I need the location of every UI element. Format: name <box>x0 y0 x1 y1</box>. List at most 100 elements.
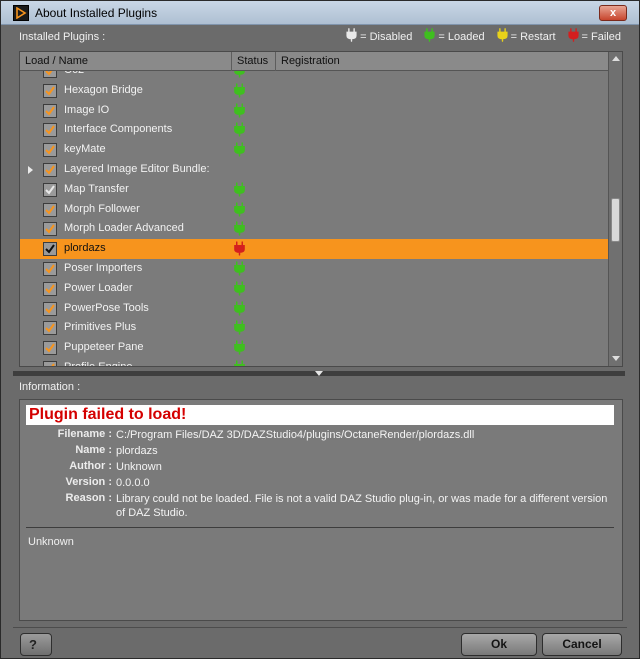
about-installed-plugins-dialog: About Installed Plugins x Installed Plug… <box>0 0 640 659</box>
load-checkbox[interactable] <box>43 301 57 316</box>
ok-button[interactable]: Ok <box>461 633 537 656</box>
plugin-row[interactable]: plordazs <box>20 239 608 260</box>
info-value: C:/Program Files/DAZ 3D/DAZStudio4/plugi… <box>116 429 475 441</box>
plug-loaded-icon <box>234 320 245 338</box>
load-checkbox[interactable] <box>43 103 57 118</box>
legend-item: = Failed <box>567 28 621 45</box>
information-label: Information : <box>19 381 81 393</box>
plugin-row[interactable]: Puppeteer Pane <box>20 338 608 358</box>
legend-item: = Loaded <box>424 28 485 45</box>
plugin-name: Layered Image Editor Bundle: <box>64 163 210 175</box>
info-key: Filename : <box>57 428 112 440</box>
legend-label: = Failed <box>581 30 621 43</box>
plugin-row[interactable]: Layered Image Editor Bundle: <box>20 160 608 180</box>
checkmark-icon <box>45 71 53 76</box>
plug-loaded-icon <box>234 340 245 358</box>
load-checkbox[interactable] <box>43 242 57 257</box>
checkmark-icon <box>45 165 55 175</box>
plugin-row[interactable]: PowerPose Tools <box>20 299 608 319</box>
plug-loaded-icon <box>234 71 245 81</box>
footer-divider <box>13 627 627 628</box>
checkmark-icon <box>45 145 55 155</box>
information-panel: Plugin failed to load! Filename : C:/Pro… <box>19 399 623 621</box>
load-checkbox[interactable] <box>43 143 57 158</box>
scroll-up-arrow-icon[interactable] <box>612 56 620 61</box>
daz-app-icon <box>13 5 29 21</box>
load-checkbox[interactable] <box>43 341 57 356</box>
info-value: plordazs <box>116 445 158 457</box>
plug-disabled-icon <box>346 28 360 45</box>
plugin-name: Poser Importers <box>64 262 143 274</box>
load-checkbox[interactable] <box>43 202 57 217</box>
cancel-button[interactable]: Cancel <box>542 633 622 656</box>
plugin-row[interactable]: Image IO <box>20 101 608 121</box>
plugin-row[interactable]: Morph Loader Advanced <box>20 219 608 239</box>
column-header-status[interactable]: Status <box>232 52 276 71</box>
info-value: Library could not be loaded. File is not… <box>116 493 608 519</box>
checkmark-icon <box>51 363 55 366</box>
help-button[interactable]: ? <box>20 633 52 656</box>
plugin-name: Morph Loader Advanced <box>64 222 184 235</box>
plug-loaded-icon <box>234 281 245 299</box>
plugin-name: C62 <box>64 71 84 76</box>
info-divider <box>26 527 614 528</box>
plugin-row[interactable]: Profile Engine <box>20 358 608 366</box>
checkmark-icon <box>45 244 55 254</box>
plugin-row[interactable]: Map Transfer <box>20 180 608 200</box>
legend-item: = Disabled <box>346 28 412 45</box>
load-checkbox[interactable] <box>43 281 57 296</box>
plug-loaded-icon <box>234 261 245 279</box>
close-button[interactable]: x <box>599 5 627 21</box>
load-checkbox[interactable] <box>43 182 57 197</box>
plugin-name: Interface Components <box>64 123 173 136</box>
checkmark-icon <box>45 343 55 353</box>
plug-restart-icon <box>497 28 511 45</box>
load-checkbox[interactable] <box>43 321 57 336</box>
plugin-name: Map Transfer <box>64 182 129 195</box>
load-checkbox[interactable] <box>43 262 57 276</box>
load-checkbox[interactable] <box>43 71 57 78</box>
legend-label: = Loaded <box>438 30 485 43</box>
plugin-row[interactable]: Morph Follower <box>20 200 608 220</box>
plugin-row[interactable]: Poser Importers <box>20 259 608 279</box>
plug-loaded-icon <box>424 28 438 45</box>
load-checkbox[interactable] <box>43 163 57 177</box>
legend-label: = Restart <box>510 30 556 43</box>
legend-item: = Restart <box>497 28 556 45</box>
load-checkbox[interactable] <box>43 222 57 237</box>
plugins-list[interactable]: Load / Name Status Registration C62 Hexag… <box>19 51 623 367</box>
checkmark-icon <box>45 125 55 135</box>
help-icon: ? <box>29 637 37 652</box>
plugin-name: keyMate <box>64 143 106 156</box>
expand-arrow-icon[interactable] <box>28 166 33 174</box>
column-header-load-name[interactable]: Load / Name <box>20 52 232 71</box>
load-checkbox[interactable] <box>43 123 57 138</box>
checkmark-icon <box>45 106 55 116</box>
window-title: About Installed Plugins <box>35 6 158 20</box>
splitter-grip-icon[interactable] <box>315 371 323 376</box>
column-header-registration[interactable]: Registration <box>276 52 608 71</box>
plugin-row[interactable]: Interface Components <box>20 120 608 140</box>
checkmark-icon <box>45 264 55 274</box>
plug-loaded-icon <box>234 300 245 319</box>
info-key: Version : <box>65 476 112 488</box>
list-scrollbar[interactable] <box>608 52 622 366</box>
installed-plugins-label: Installed Plugins : <box>19 31 106 43</box>
plugin-row[interactable]: Hexagon Bridge <box>20 81 608 101</box>
plug-loaded-icon <box>234 102 245 121</box>
plug-failed-icon <box>234 241 245 259</box>
plugin-rows: C62 Hexagon Bridge Image IO Interface Compo… <box>20 71 608 366</box>
plugin-row[interactable]: Power Loader <box>20 279 608 299</box>
scroll-down-arrow-icon[interactable] <box>612 356 620 361</box>
load-checkbox[interactable] <box>43 83 57 98</box>
plug-loaded-icon <box>234 182 245 200</box>
plug-failed-icon <box>567 28 582 45</box>
load-checkbox[interactable] <box>43 361 57 366</box>
plugin-row[interactable]: keyMate <box>20 140 608 160</box>
scroll-thumb[interactable] <box>611 198 620 242</box>
legend-label: = Disabled <box>360 30 413 43</box>
checkmark-icon <box>45 323 55 333</box>
plugin-name: plordazs <box>64 242 106 255</box>
plugin-row[interactable]: Primitives Plus <box>20 318 608 338</box>
plugin-row[interactable]: C62 <box>20 71 608 81</box>
